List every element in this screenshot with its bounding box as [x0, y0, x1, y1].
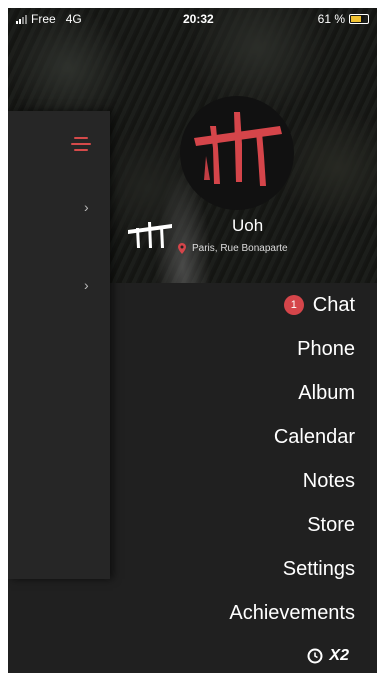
profile-avatar[interactable]: [180, 96, 294, 210]
user-info: Uoh Paris, Rue Bonaparte: [126, 216, 366, 266]
menu-item-label: Achievements: [229, 601, 355, 624]
menu-item-label: Album: [298, 381, 355, 404]
status-bar: Free 4G 20:32 61 %: [8, 8, 377, 30]
menu-item-album[interactable]: Album: [95, 371, 355, 415]
chevron-right-icon[interactable]: ›: [84, 199, 89, 215]
user-logo: [128, 222, 172, 248]
triple-t-logo: [194, 112, 282, 186]
location: Paris, Rue Bonaparte: [178, 243, 288, 254]
menu-item-label: Settings: [282, 557, 355, 580]
time-multiplier[interactable]: X2: [307, 647, 349, 665]
menu-item-label: Chat: [312, 293, 355, 316]
menu-item-achievements[interactable]: Achievements: [95, 591, 355, 635]
menu-item-label: Notes: [302, 469, 355, 492]
menu-item-settings[interactable]: Settings: [95, 547, 355, 591]
menu-item-label: Store: [307, 513, 355, 536]
signal-icon: [16, 14, 27, 24]
hamburger-icon[interactable]: [70, 137, 92, 153]
menu-item-label: Phone: [297, 337, 355, 360]
location-text: Paris, Rue Bonaparte: [192, 243, 288, 254]
menu-item-calendar[interactable]: Calendar: [95, 415, 355, 459]
chevron-right-icon[interactable]: ›: [84, 277, 89, 293]
multiplier-label: X2: [329, 647, 349, 664]
location-pin-icon: [178, 243, 186, 254]
network-label: 4G: [65, 12, 82, 26]
status-right: 61 %: [318, 12, 369, 26]
clock-icon: [307, 648, 323, 664]
carrier-label: Free: [31, 12, 56, 26]
username: Uoh: [232, 216, 264, 235]
status-time: 20:32: [183, 12, 214, 26]
status-left: Free 4G: [16, 12, 82, 26]
app-screen: Free 4G 20:32 61 % Uoh Paris, Rue Bonapa…: [8, 8, 377, 673]
battery-icon: [349, 14, 369, 24]
menu-item-notes[interactable]: Notes: [95, 459, 355, 503]
menu-item-label: Calendar: [273, 425, 355, 448]
menu-item-phone[interactable]: Phone: [95, 327, 355, 371]
menu-item-chat[interactable]: 1 Chat: [95, 283, 355, 327]
main-menu: 1 Chat Phone Album Calendar Notes Store …: [95, 283, 355, 635]
notification-badge: 1: [283, 295, 304, 315]
battery-fill: [351, 16, 361, 22]
battery-percent: 61 %: [317, 12, 345, 26]
menu-item-store[interactable]: Store: [95, 503, 355, 547]
